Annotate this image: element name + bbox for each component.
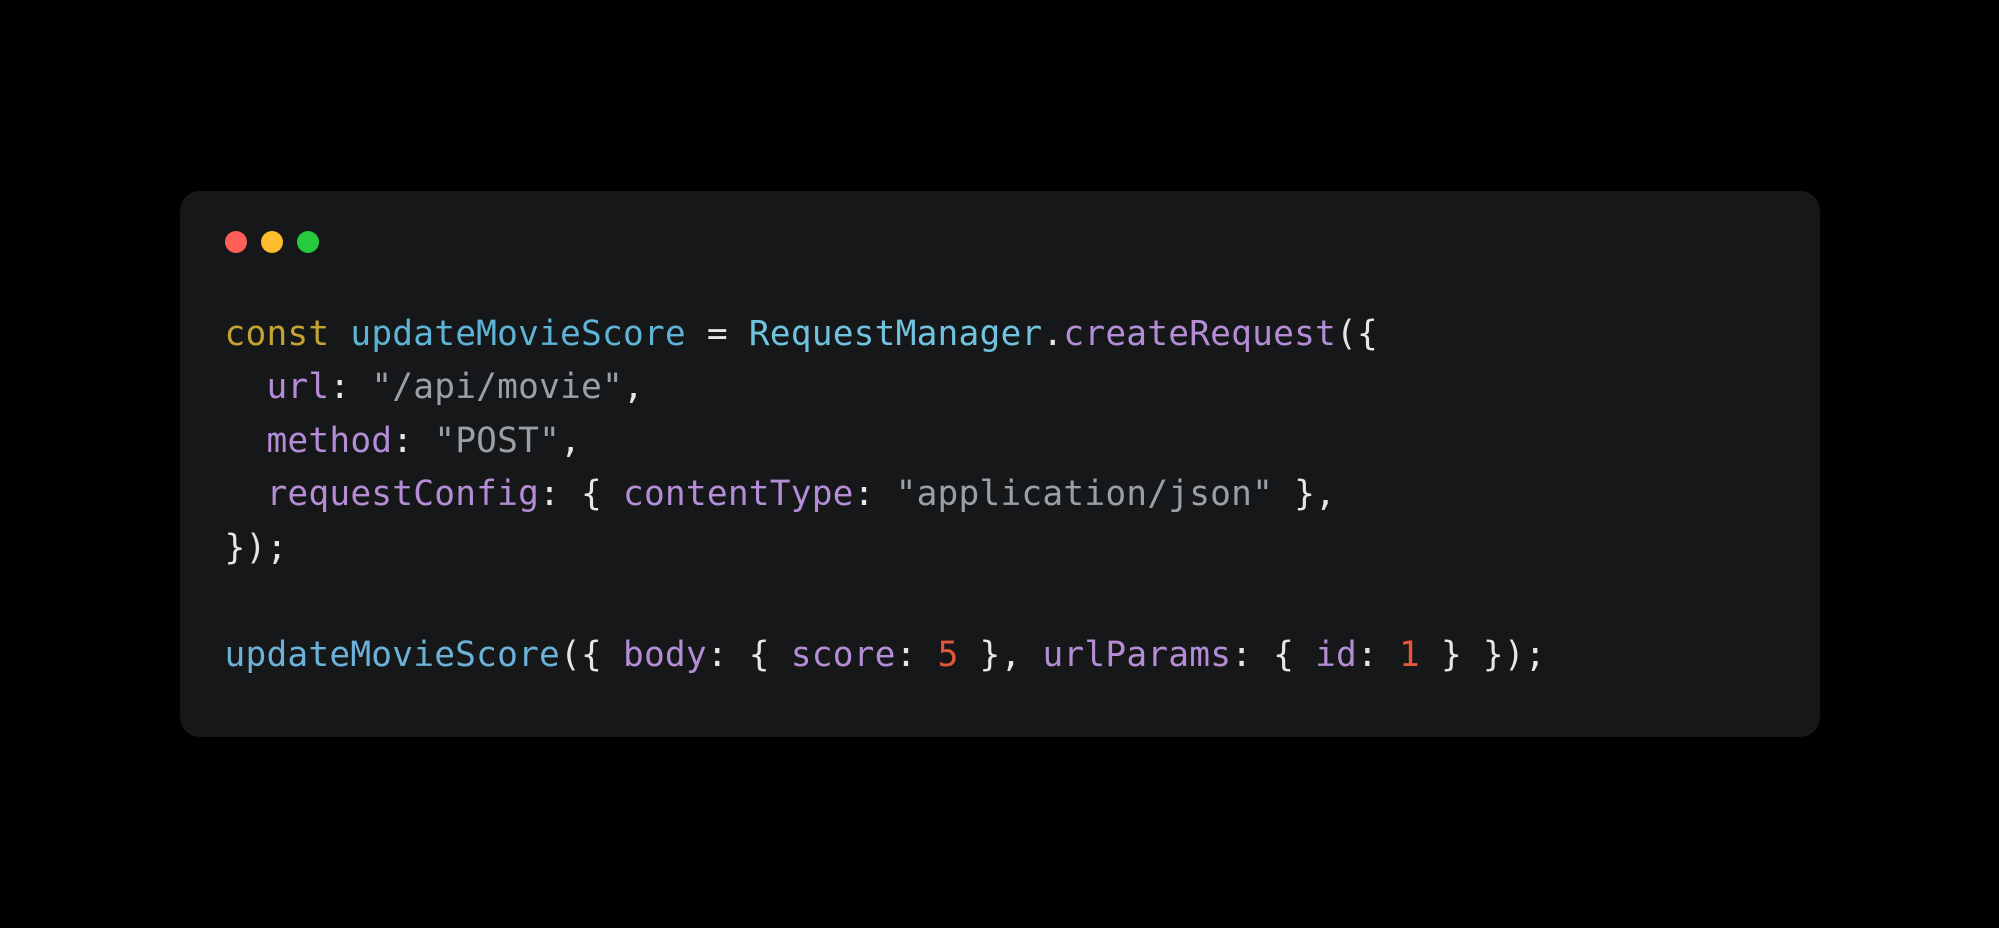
punct: , [560,421,581,461]
punct: : { [1231,635,1315,675]
code-block: const updateMovieScore = RequestManager.… [225,308,1775,682]
prop-requestconfig: requestConfig [266,474,539,514]
fn-call: updateMovieScore [225,635,561,675]
prop-method: method [266,421,392,461]
prop-urlparams: urlParams [1042,635,1231,675]
punct: , [623,367,644,407]
minimize-icon[interactable] [261,231,283,253]
punct: }, [959,635,1043,675]
method-name: createRequest [1063,314,1336,354]
prop-id: id [1315,635,1357,675]
punct: = [686,314,749,354]
close-icon[interactable] [225,231,247,253]
prop-url: url [266,367,329,407]
punct: ({ [560,635,623,675]
prop-body: body [623,635,707,675]
punct: : [392,421,434,461]
var-name: updateMovieScore [350,314,686,354]
punct: : [854,474,896,514]
punct: : { [539,474,623,514]
maximize-icon[interactable] [297,231,319,253]
punct: }, [1273,474,1336,514]
string-contenttype: "application/json" [896,474,1273,514]
string-url: "/api/movie" [371,367,623,407]
punct: : [896,635,938,675]
punct: : [329,367,371,407]
number-id: 1 [1399,635,1420,675]
punct: ({ [1336,314,1378,354]
number-score: 5 [938,635,959,675]
prop-contenttype: contentType [623,474,854,514]
traffic-lights [225,231,1775,253]
code-window: const updateMovieScore = RequestManager.… [180,191,1820,737]
prop-score: score [791,635,896,675]
punct: : { [707,635,791,675]
punct: . [1042,314,1063,354]
string-method: "POST" [434,421,560,461]
punct: }); [225,528,288,568]
keyword-const: const [225,314,330,354]
punct: } }); [1420,635,1546,675]
punct: : [1357,635,1399,675]
class-name: RequestManager [749,314,1043,354]
